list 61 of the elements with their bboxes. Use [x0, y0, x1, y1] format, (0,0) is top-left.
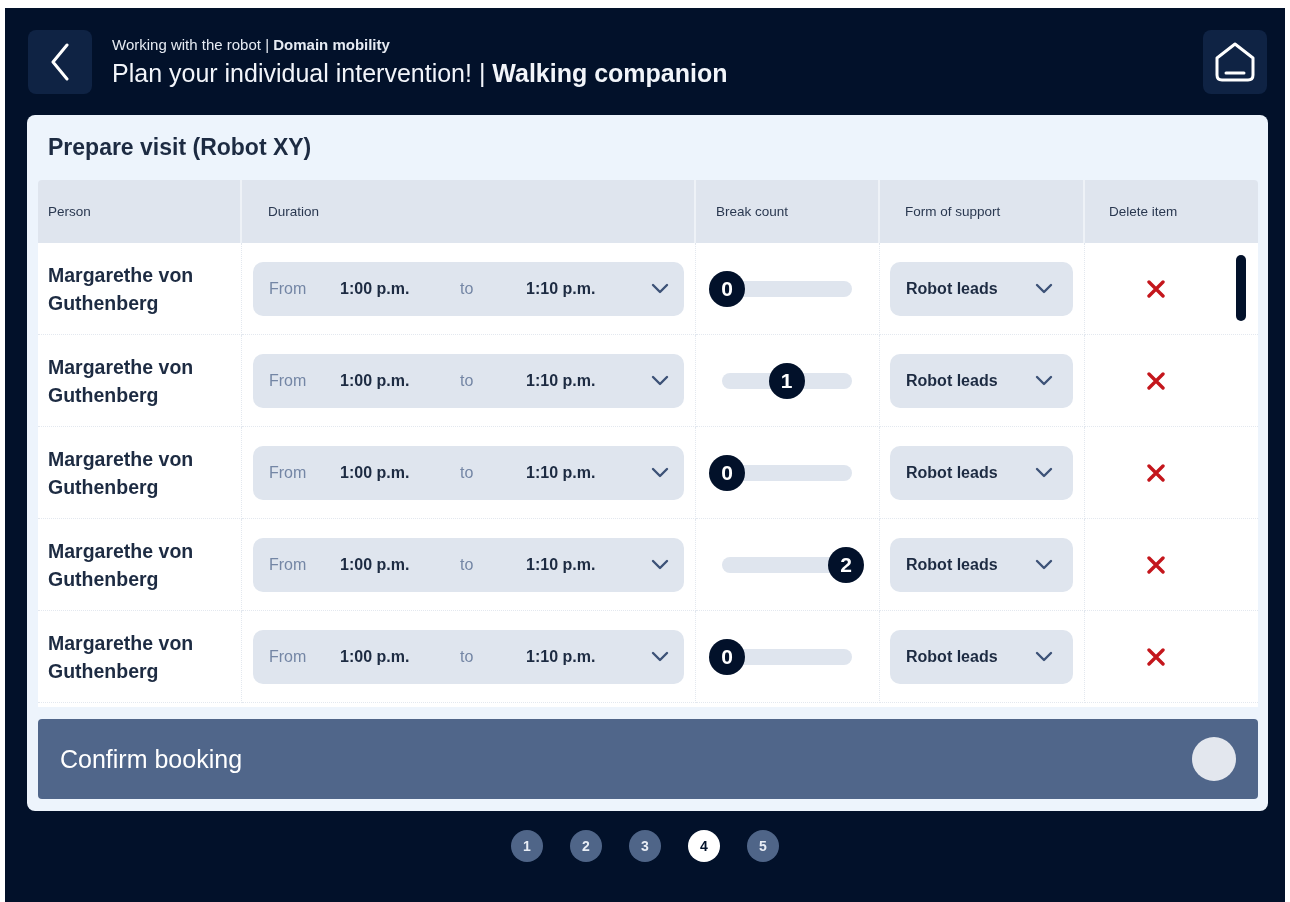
slider-thumb[interactable]: 0	[709, 454, 745, 491]
chevron-down-icon	[651, 375, 669, 386]
slider-thumb[interactable]: 0	[709, 270, 745, 307]
chevron-down-icon	[1035, 559, 1053, 570]
break-slider[interactable]: 2	[709, 544, 864, 585]
duration-dropdown[interactable]: From 1:00 p.m. to 1:10 p.m.	[253, 445, 684, 500]
slider-thumb[interactable]: 1	[768, 362, 805, 399]
break-slider[interactable]: 1	[709, 360, 864, 401]
chevron-down-icon	[651, 559, 669, 570]
support-dropdown[interactable]: Robot leads	[890, 629, 1073, 684]
column-header: Delete item	[1108, 203, 1179, 221]
break-slider[interactable]: 0	[709, 452, 864, 493]
person-name: Margarethe von Guthenberg	[47, 262, 195, 316]
step-button[interactable]: 5	[747, 830, 779, 862]
close-icon	[1147, 279, 1165, 298]
breadcrumb: Working with the robot | Domain mobility	[112, 36, 391, 53]
duration-dropdown[interactable]: From 1:00 p.m. to 1:10 p.m.	[253, 261, 684, 316]
support-dropdown[interactable]: Robot leads	[890, 353, 1073, 408]
duration-dropdown[interactable]: From 1:00 p.m. to 1:10 p.m.	[253, 353, 684, 408]
step-button[interactable]: 1	[511, 830, 543, 862]
step-button[interactable]: 3	[629, 830, 661, 862]
person-name: Margarethe von Guthenberg	[47, 538, 195, 592]
back-icon	[50, 43, 70, 81]
circle-icon	[1192, 737, 1236, 781]
break-slider[interactable]: 0	[709, 268, 864, 309]
chevron-down-icon	[1035, 283, 1053, 294]
delete-button[interactable]	[1147, 647, 1165, 666]
step-button[interactable]: 4	[688, 830, 720, 862]
slider-thumb[interactable]: 2	[828, 546, 864, 583]
back-button[interactable]	[28, 30, 92, 94]
chevron-down-icon	[651, 467, 669, 478]
chevron-down-icon	[1035, 651, 1053, 662]
support-dropdown[interactable]: Robot leads	[890, 261, 1073, 316]
delete-button[interactable]	[1147, 279, 1165, 298]
card-title: Prepare visit (Robot XY)	[47, 133, 313, 162]
person-name: Margarethe von Guthenberg	[47, 354, 195, 408]
chevron-down-icon	[651, 283, 669, 294]
close-icon	[1147, 371, 1165, 390]
close-icon	[1147, 555, 1165, 574]
duration-dropdown[interactable]: From 1:00 p.m. to 1:10 p.m.	[253, 629, 684, 684]
delete-button[interactable]	[1147, 371, 1165, 390]
home-button[interactable]	[1203, 30, 1267, 94]
close-icon	[1147, 463, 1165, 482]
person-name: Margarethe von Guthenberg	[47, 630, 195, 684]
confirm-button[interactable]: Confirm booking	[38, 719, 1258, 799]
person-name: Margarethe von Guthenberg	[47, 446, 195, 500]
delete-button[interactable]	[1147, 555, 1165, 574]
close-icon	[1147, 647, 1165, 666]
step-button[interactable]: 2	[570, 830, 602, 862]
page-title: Plan your individual intervention! | Walking companion	[112, 59, 729, 88]
support-dropdown[interactable]: Robot leads	[890, 445, 1073, 500]
support-dropdown[interactable]: Robot leads	[890, 537, 1073, 592]
slider-thumb[interactable]: 0	[709, 638, 745, 675]
chevron-down-icon	[651, 651, 669, 662]
delete-button[interactable]	[1147, 463, 1165, 482]
chevron-down-icon	[1035, 375, 1053, 386]
break-slider[interactable]: 0	[709, 636, 864, 677]
home-icon	[1213, 41, 1257, 83]
chevron-down-icon	[1035, 467, 1053, 478]
duration-dropdown[interactable]: From 1:00 p.m. to 1:10 p.m.	[253, 537, 684, 592]
scrollbar[interactable]	[1236, 255, 1246, 321]
